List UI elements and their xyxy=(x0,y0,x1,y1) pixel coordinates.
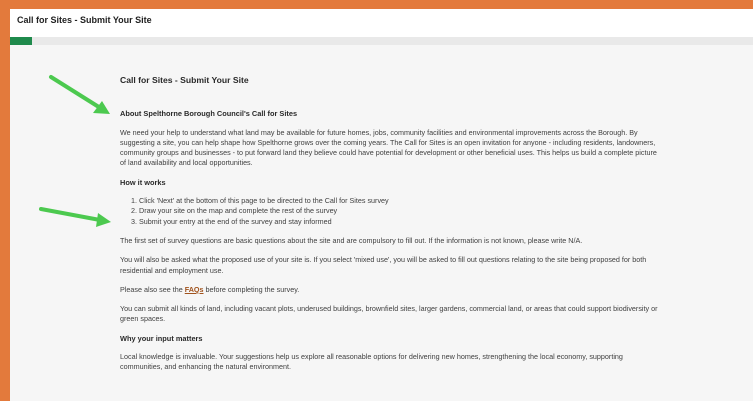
faq-link[interactable]: FAQs xyxy=(185,285,204,294)
progress-bar xyxy=(10,37,753,45)
window-title: Call for Sites - Submit Your Site xyxy=(17,15,152,25)
mixed-use-paragraph: You will also be asked what the proposed… xyxy=(120,255,647,275)
basic-questions-paragraph: The first set of survey questions are ba… xyxy=(120,235,583,245)
why-heading: Why your input matters xyxy=(120,333,203,343)
about-heading: About Spelthorne Borough Council's Call … xyxy=(120,109,298,119)
page-title: Call for Sites - Submit Your Site xyxy=(120,75,249,85)
faq-text-after: before completing the survey. xyxy=(203,284,300,294)
faq-text-before: Please also see the xyxy=(120,284,185,294)
local-knowledge-paragraph: Local knowledge is invaluable. Your sugg… xyxy=(120,352,623,372)
steps-list: Click 'Next' at the bottom of this page … xyxy=(120,196,660,227)
step-item: Draw your site on the map and complete t… xyxy=(139,206,660,216)
land-types-paragraph: You can submit all kinds of land, includ… xyxy=(120,304,658,324)
step-item: Click 'Next' at the bottom of this page … xyxy=(139,196,660,206)
survey-page: Call for Sites - Submit Your Site About … xyxy=(120,75,660,382)
arrow-annotation-icon xyxy=(49,75,110,114)
intro-paragraph: We need your help to understand what lan… xyxy=(120,127,657,168)
progress-bar-fill xyxy=(10,37,33,45)
arrow-annotation-icon xyxy=(39,207,111,227)
app-window: Call for Sites - Submit Your Site Call f… xyxy=(10,9,753,401)
how-it-works-heading: How it works xyxy=(120,177,166,187)
top-bar: Call for Sites - Submit Your Site xyxy=(10,9,753,38)
faq-paragraph: Please also see the FAQs before completi… xyxy=(120,285,660,295)
step-item: Submit your entry at the end of the surv… xyxy=(139,217,660,227)
